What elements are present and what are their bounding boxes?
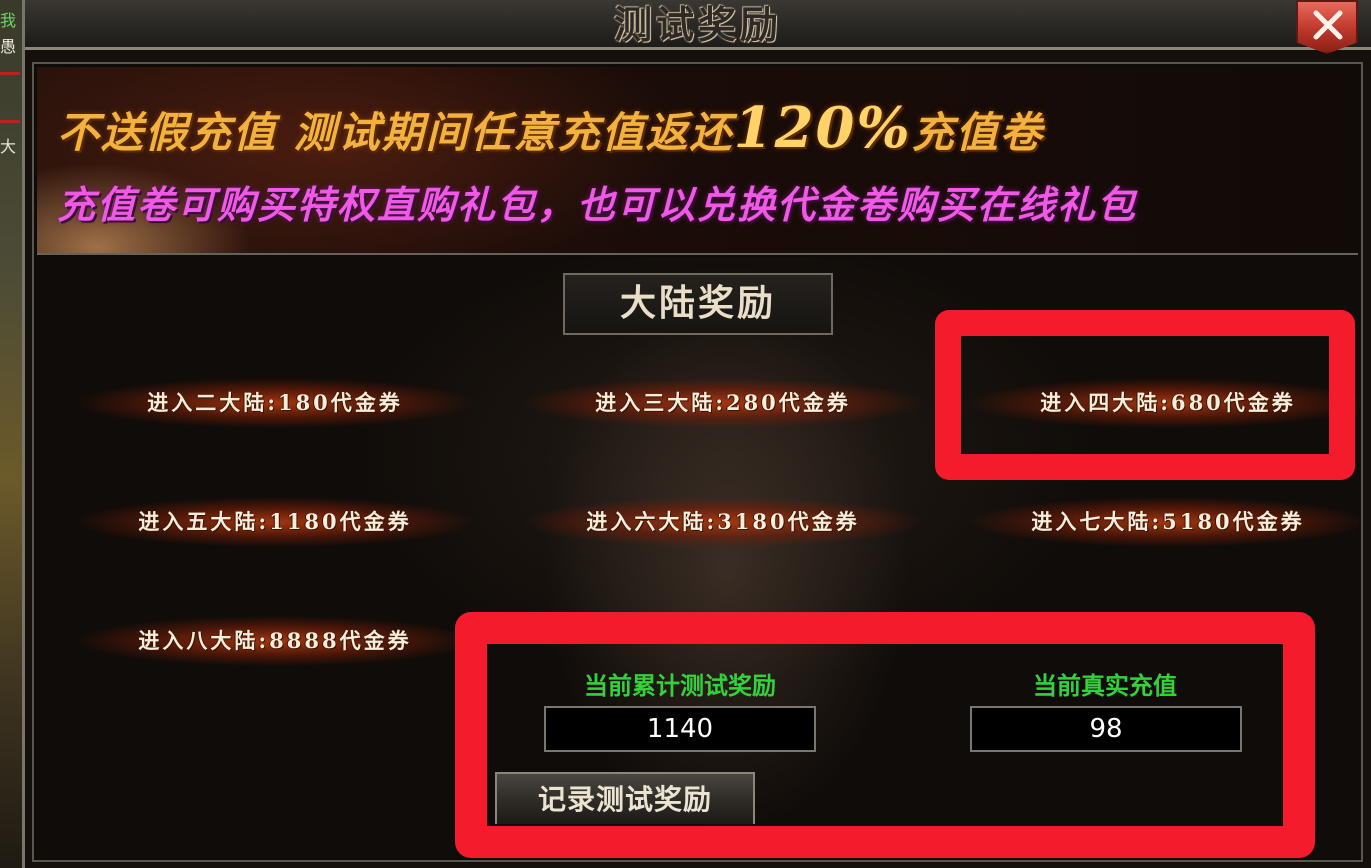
edge-hp-bar [0,120,20,123]
game-world-edge: 我 愚 大 [0,0,22,868]
banner-subline: 充值卷可购买特权直购礼包，也可以兑换代金卷购买在线礼包 [57,182,1138,227]
promo-banner: 不送假充值 测试期间任意充值返还120%充值卷 充值卷可购买特权直购礼包，也可以… [37,67,1358,255]
edge-text: 我 [0,11,17,30]
banner-headline-text: 不送假充值 测试期间任意充值返还 [57,108,734,157]
edge-text: 愚 [0,37,17,56]
banner-percent: 120% [733,95,912,161]
close-icon [1313,10,1343,40]
banner-headline-suffix: 充值卷 [911,108,1044,157]
banner-headline: 不送假充值 测试期间任意充值返还120%充值卷 [57,93,1347,163]
section-title: 大陆奖励 [563,273,833,335]
edge-hp-bar [0,72,20,75]
highlight-box [935,310,1355,480]
reward-continent-6: 进入六大陆:3180代金券 [523,494,923,550]
reward-continent-3: 进入三大陆:280代金券 [523,375,923,431]
reward-continent-7: 进入七大陆:5180代金券 [968,494,1368,550]
window-title: 测试奖励 [613,2,782,47]
reward-continent-2: 进入二大陆:180代金券 [75,375,475,431]
reward-continent-5: 进入五大陆:1180代金券 [75,494,475,550]
title-bar[interactable]: 测试奖励 [25,0,1371,50]
reward-continent-8: 进入八大陆:8888代金券 [75,613,475,669]
edge-text: 大 [0,137,17,156]
highlight-box [455,612,1315,858]
